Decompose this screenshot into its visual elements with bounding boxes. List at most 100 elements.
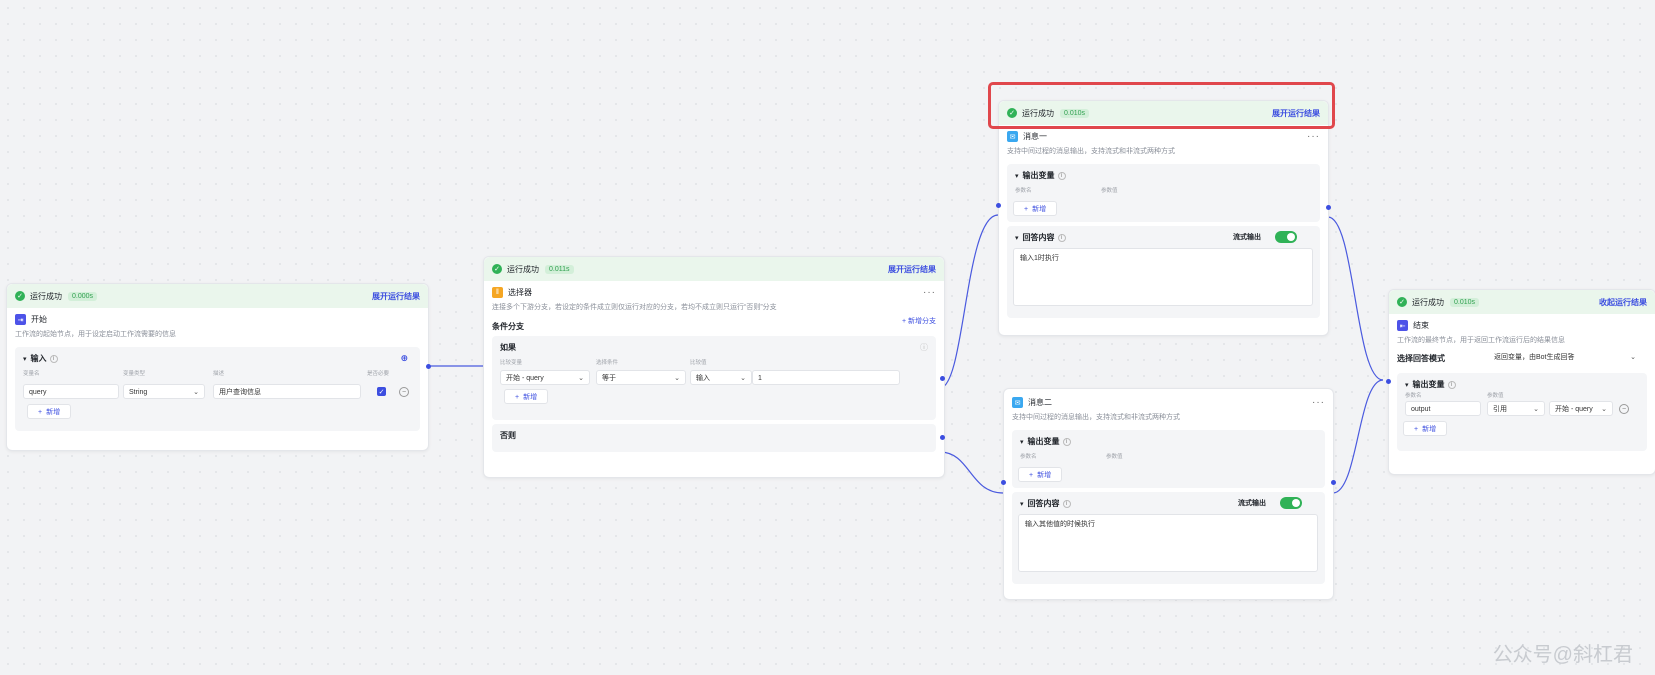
reply-title[interactable]: ▾ 回答内容 i [1015, 232, 1312, 243]
add-condition-button[interactable]: + 新增 [504, 389, 549, 404]
type-value: 引用 [1493, 406, 1507, 413]
plus-icon: + [1024, 206, 1029, 213]
output-port[interactable] [426, 364, 431, 369]
section-label: 回答内容 [1022, 233, 1055, 242]
stream-label: 流式输出 [1238, 500, 1266, 507]
reply-textarea[interactable]: 输入1时执行 [1013, 248, 1313, 306]
add-label: 新增 [46, 409, 61, 416]
stream-toggle[interactable] [1275, 231, 1297, 243]
input-port[interactable] [1001, 480, 1006, 485]
compare-value-input[interactable]: 1 [752, 370, 900, 385]
remove-icon[interactable]: − [1619, 404, 1629, 414]
start-node[interactable]: ✓ 运行成功 0.000s 展开运行结果 ⇥ 开始 工作流的起始节点，用于设定启… [6, 283, 431, 451]
chevron-down-icon: ⌄ [1601, 406, 1607, 413]
add-param-icon[interactable]: ⊕ [400, 353, 408, 364]
chevron-down-icon: ▾ [1405, 381, 1409, 389]
output-value-select[interactable]: 开始 - query ⌄ [1549, 401, 1613, 416]
output-var-title[interactable]: ▾ 输出变量 i [1015, 170, 1312, 181]
stream-label: 流式输出 [1233, 234, 1261, 241]
param-name-input[interactable]: query [23, 384, 119, 399]
selector-node-header: ǁ 选择器 ··· [484, 281, 944, 300]
info-icon: i [1062, 437, 1071, 446]
node-title: 消息二 [1028, 398, 1052, 407]
output-name-input[interactable]: output [1405, 401, 1481, 416]
node-title: 消息一 [1023, 132, 1047, 141]
add-output-button[interactable]: + 新增 [1013, 201, 1058, 216]
more-icon[interactable]: ··· [923, 287, 936, 298]
chevron-down-icon: ▾ [1015, 234, 1019, 242]
required-checkbox[interactable]: ✓ [377, 387, 386, 396]
chevron-down-icon: ⌄ [578, 375, 584, 382]
col-param-name: 参数名 [1405, 393, 1422, 399]
col-param-value: 参数值 [1487, 393, 1504, 399]
remove-icon[interactable]: − [399, 387, 409, 397]
col-name: 变量名 [23, 371, 40, 377]
col-type: 变量类型 [123, 371, 146, 377]
duration-badge: 0.000s [68, 291, 98, 301]
output-type-select[interactable]: 引用 ⌄ [1487, 401, 1545, 416]
output-var-title[interactable]: ▾ 输出变量 i [1020, 436, 1317, 447]
add-param-button[interactable]: + 新增 [27, 404, 72, 419]
chevron-down-icon: ⌄ [740, 375, 746, 382]
answer-mode-select[interactable]: 返回变量，由Bot生成回答 ⌄ [1489, 350, 1641, 365]
reply-panel: ▾ 回答内容 i 流式输出 输入1时执行 [1007, 226, 1320, 318]
more-icon[interactable]: ··· [1312, 397, 1325, 408]
branch-header: 条件分支 + 新增分支 [484, 316, 944, 332]
col-param-value: 参数值 [1101, 188, 1118, 194]
output-port[interactable] [1326, 205, 1331, 210]
node-description: 支持中间过程的消息输出，支持流式和非流式两种方式 [1007, 148, 1175, 155]
chevron-down-icon: ⌄ [193, 389, 199, 396]
message1-node[interactable]: ✓ 运行成功 0.010s 展开运行结果 ✉ 消息一 ··· 支持中间过程的消息… [996, 100, 1331, 336]
op-value: 等于 [602, 375, 616, 382]
node-title: 选择器 [508, 288, 532, 297]
if-output-port[interactable] [940, 376, 945, 381]
chevron-down-icon: ⌄ [1630, 354, 1636, 361]
output-var-panel: ▾ 输出变量 i 参数名 参数值 + 新增 [996, 164, 1331, 222]
message2-node[interactable]: ✉ 消息二 ··· 支持中间过程的消息输出，支持流式和非流式两种方式 ▾ 输出变… [1001, 388, 1336, 600]
type-value: 输入 [696, 375, 710, 382]
help-icon: ⓘ [920, 343, 928, 352]
branch-section-title: 条件分支 [492, 322, 524, 331]
message-icon: ✉ [1012, 397, 1023, 408]
condition-select[interactable]: 等于 ⌄ [596, 370, 686, 385]
node-description: 支持中间过程的消息输出，支持流式和非流式两种方式 [1012, 414, 1180, 421]
value-type-select[interactable]: 输入 ⌄ [690, 370, 752, 385]
end-node[interactable]: ✓ 运行成功 0.010s 收起运行结果 ⇤ 结束 工作流的最终节点，用于返回工… [1386, 289, 1655, 475]
input-section-title[interactable]: ▾ 输入 i ⊕ [23, 353, 412, 364]
status-text: 运行成功 [30, 291, 62, 301]
start-icon: ⇥ [15, 314, 26, 325]
start-node-header: ⇥ 开始 [7, 308, 428, 327]
ref-value: 开始 - query [1555, 406, 1593, 413]
selector-icon: ǁ [492, 287, 503, 298]
input-port[interactable] [1386, 379, 1391, 384]
add-output-button[interactable]: + 新增 [1403, 421, 1448, 436]
reply-textarea[interactable]: 输入其他值的时候执行 [1018, 514, 1318, 572]
add-output-button[interactable]: + 新增 [1018, 467, 1063, 482]
watermark: 公众号@斜杠君 [1492, 644, 1633, 666]
check-circle-icon: ✓ [1397, 297, 1407, 307]
reply-title[interactable]: ▾ 回答内容 i [1020, 498, 1317, 509]
stream-toggle[interactable] [1280, 497, 1302, 509]
add-branch-label: 新增分支 [908, 318, 936, 325]
edge-selector-to-message2 [939, 451, 1004, 494]
input-port[interactable] [996, 203, 1001, 208]
expand-result-link[interactable]: 展开运行结果 [372, 291, 420, 302]
more-icon[interactable]: ··· [1307, 131, 1320, 142]
node-description: 工作流的最终节点，用于返回工作流运行后的结果信息 [1397, 337, 1565, 344]
selector-node[interactable]: ✓ 运行成功 0.011s 展开运行结果 ǁ 选择器 ··· 连接多个下游分支，… [483, 256, 945, 478]
add-branch-button[interactable]: + 新增分支 [902, 316, 936, 326]
info-icon: i [49, 354, 58, 363]
type-value: String [129, 389, 148, 396]
col-condition: 选择条件 [596, 360, 619, 366]
collapse-result-link[interactable]: 收起运行结果 [1599, 297, 1647, 308]
chevron-down-icon: ▾ [1020, 438, 1024, 446]
expand-result-link[interactable]: 展开运行结果 [888, 264, 936, 275]
selector-status-bar: ✓ 运行成功 0.011s 展开运行结果 [484, 257, 944, 281]
param-desc-input[interactable]: 用户查询信息 [213, 384, 361, 399]
output-var-title[interactable]: ▾ 输出变量 i [1405, 379, 1639, 390]
output-port[interactable] [1331, 480, 1336, 485]
chevron-down-icon: ▾ [1020, 500, 1024, 508]
compare-var-select[interactable]: 开始 - query ⌄ [500, 370, 590, 385]
param-type-select[interactable]: String ⌄ [123, 384, 205, 399]
else-output-port[interactable] [940, 435, 945, 440]
